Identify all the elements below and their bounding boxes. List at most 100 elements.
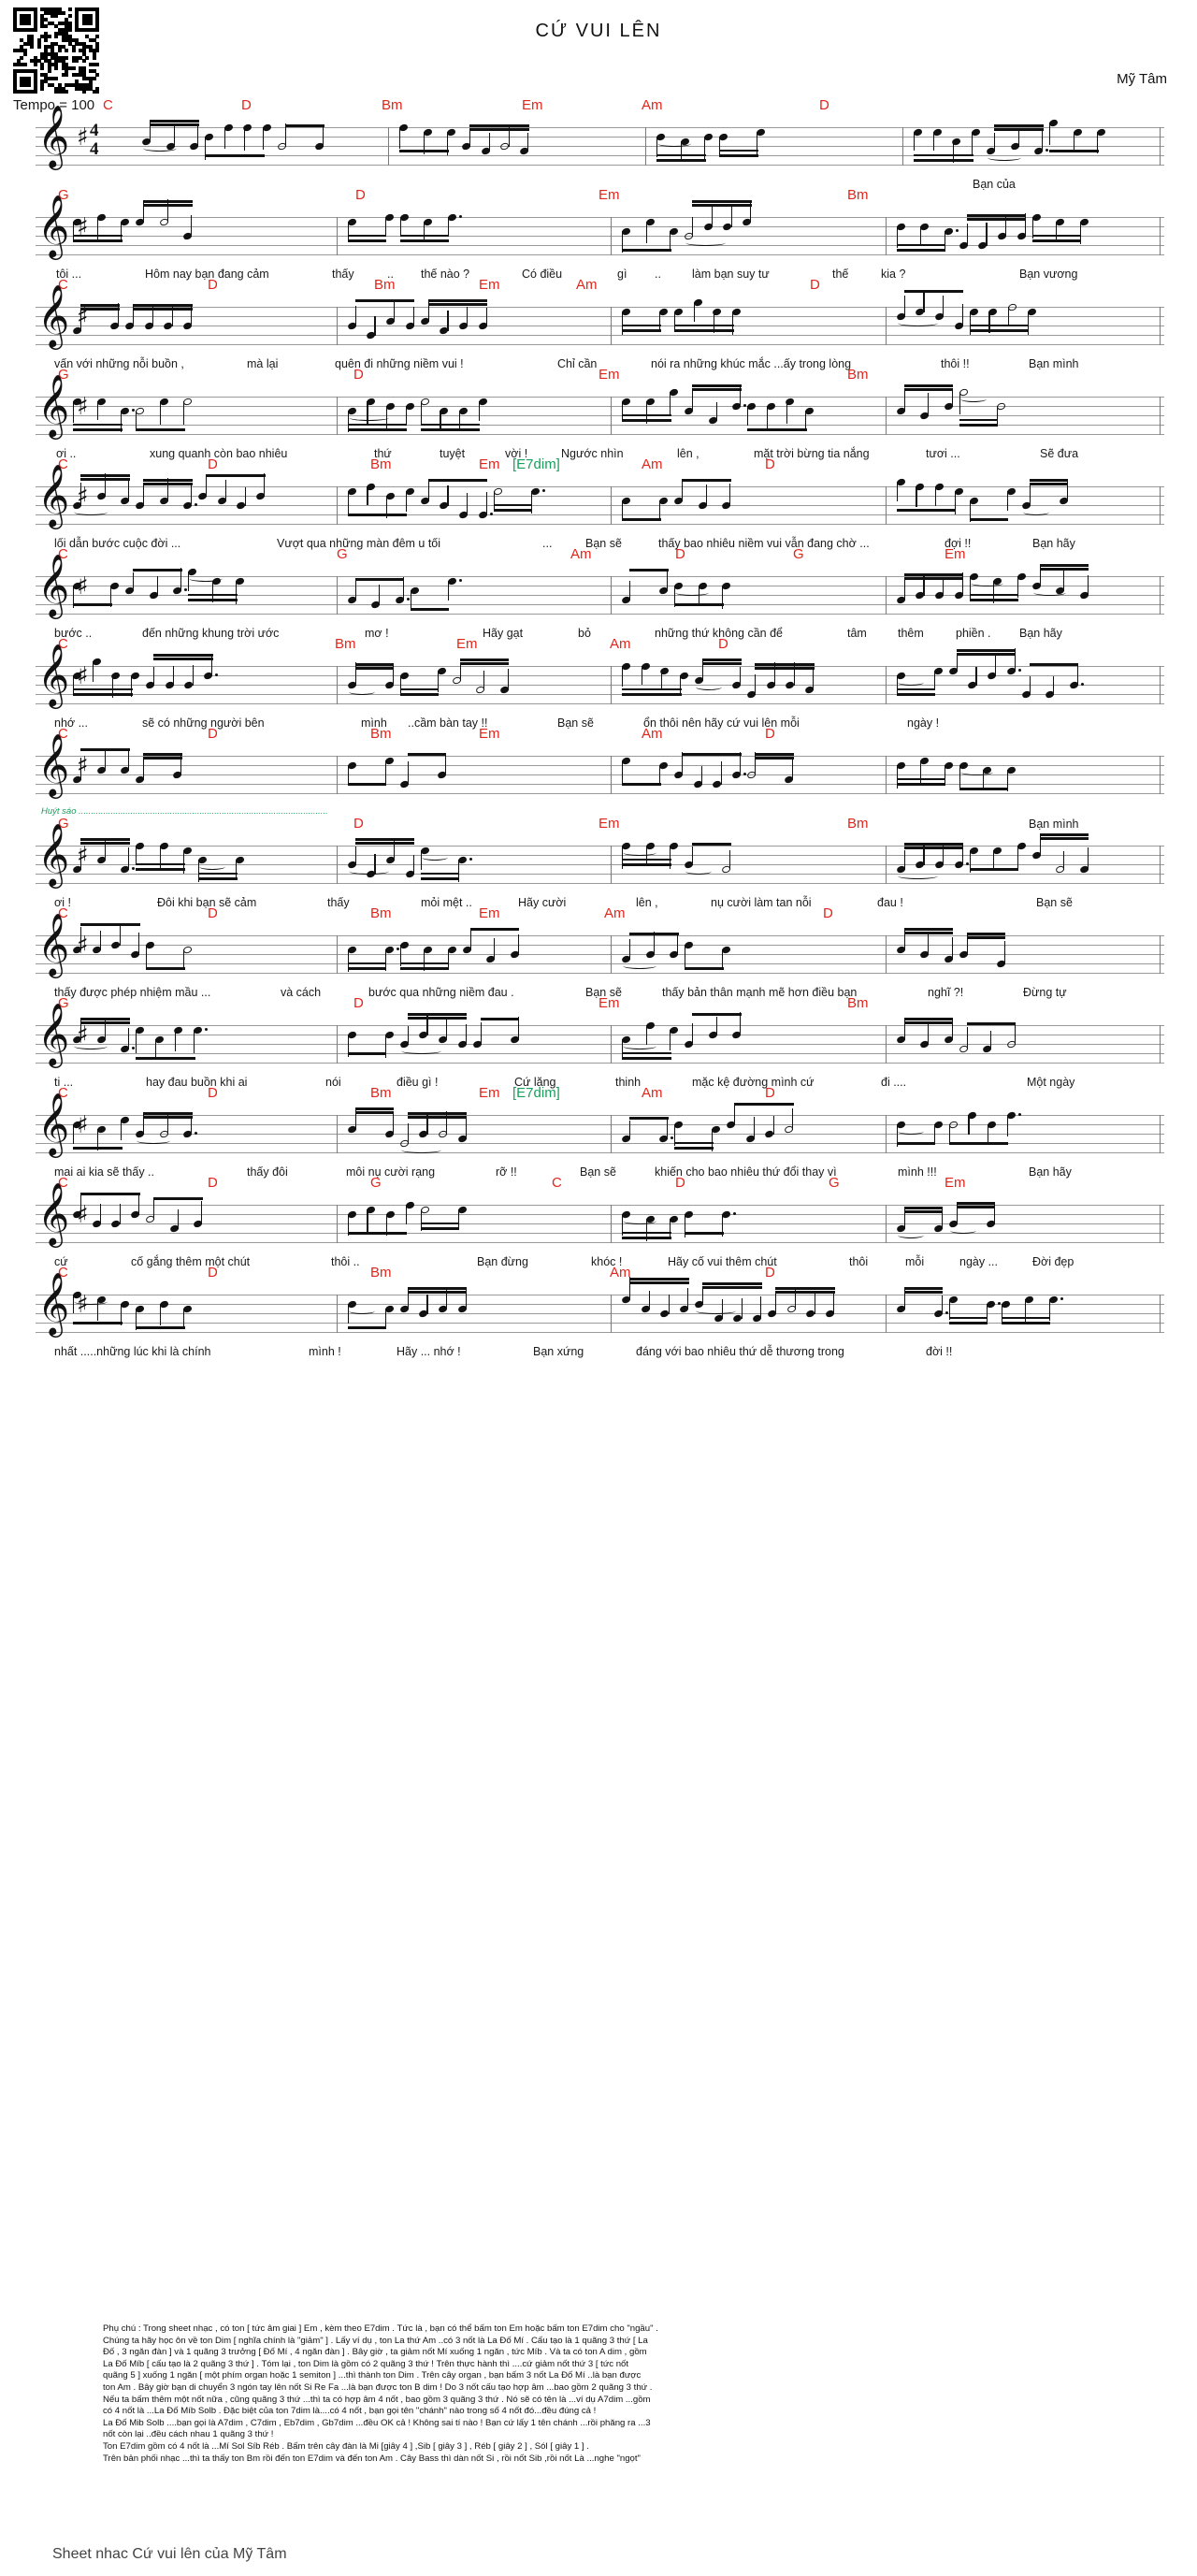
tie-slur: [897, 679, 924, 686]
beam: [80, 1021, 130, 1024]
note-stem: [629, 938, 631, 960]
chord-symbol: G: [337, 546, 348, 562]
beam: [188, 594, 238, 597]
chord-symbol: Em: [598, 187, 620, 203]
tie-slur: [696, 684, 722, 690]
beam: [629, 1281, 689, 1284]
note-stem: [347, 1303, 349, 1324]
staff-system: C D Bm Em Am D 𝄞 ♯ vấn với những nỗi buồn , mà lạ…: [0, 277, 1197, 376]
note-stem: [399, 674, 401, 694]
beam: [948, 1321, 988, 1324]
note-stem: [485, 307, 487, 326]
note-stem: [399, 126, 401, 149]
final-barline: [1160, 1295, 1161, 1333]
beam: [692, 1012, 742, 1016]
note-stem: [741, 1297, 743, 1319]
note-stem: [527, 132, 529, 152]
note-stem: [192, 664, 194, 686]
treble-clef-icon: 𝄞: [37, 912, 70, 976]
footer-caption: Sheet nhac Cứ vui lên của Mỹ Tâm: [52, 2546, 287, 2562]
note-stem: [347, 490, 349, 514]
staff: 𝄞 ♯: [0, 737, 1197, 804]
note-stem: [508, 123, 510, 147]
note-stem: [96, 400, 98, 420]
note-stem: [972, 131, 973, 155]
note-stem: [80, 926, 82, 950]
chord-symbol: Bm: [370, 905, 392, 921]
note-stem: [903, 576, 905, 601]
barline: [336, 307, 338, 345]
beam: [73, 239, 123, 242]
beam: [702, 658, 742, 661]
note-stem: [1008, 306, 1010, 326]
tie-slur: [199, 863, 225, 870]
note-stem: [407, 1025, 409, 1045]
note-stem: [833, 1290, 835, 1314]
note-stem: [407, 760, 409, 785]
staff-system: G D Em Bm 𝄞 ♯ ơi ! Đôi khi bạn sẽ cảm thấy mỏi mệ…: [0, 816, 1197, 915]
note-stem: [933, 670, 935, 690]
barline: [336, 486, 338, 525]
beam: [1031, 239, 1081, 242]
augmentation-dot: [541, 489, 545, 493]
note-stem: [959, 764, 960, 788]
beam: [959, 419, 998, 422]
beam: [80, 842, 130, 845]
tie-slur: [696, 1308, 737, 1314]
tie-slur: [685, 239, 727, 246]
note-stem: [660, 670, 662, 689]
staff-lines: [36, 1115, 1164, 1153]
beam: [959, 423, 998, 427]
beam: [198, 876, 238, 880]
note-stem: [772, 1115, 774, 1135]
beam: [354, 662, 394, 666]
note-stem: [143, 759, 145, 780]
chord-symbol: D: [765, 456, 775, 472]
augmentation-dot: [396, 948, 399, 951]
chord-symbol: G: [829, 1175, 840, 1191]
note-stem: [447, 310, 449, 331]
beam: [656, 158, 706, 162]
note-stem: [138, 1192, 140, 1215]
barline: [611, 1205, 612, 1243]
note-stem: [702, 658, 704, 681]
note-stem: [405, 1204, 407, 1224]
lyric-syllable: Hãy ... nhớ !: [397, 1345, 461, 1358]
lyric-syllable: đời !!: [926, 1345, 953, 1358]
beam: [469, 123, 529, 127]
note-stem: [692, 1022, 694, 1045]
barline: [885, 846, 887, 884]
note-stem: [138, 932, 140, 955]
note-stem: [159, 1303, 161, 1325]
beam: [143, 752, 182, 756]
note-stem: [446, 1019, 448, 1040]
beam: [469, 128, 529, 131]
note-stem: [263, 126, 265, 150]
beam: [903, 572, 963, 576]
barline: [885, 1115, 887, 1153]
note-stem: [159, 400, 161, 425]
note-stem: [1039, 563, 1041, 586]
chord-symbol: Em: [479, 1085, 500, 1101]
note-stem: [645, 1024, 647, 1045]
note-stem: [447, 580, 449, 601]
barline: [336, 1205, 338, 1243]
treble-clef-icon: 𝄞: [37, 463, 70, 527]
beam: [622, 1052, 671, 1055]
barline: [885, 486, 887, 525]
tie-slur: [623, 849, 656, 856]
note-stem: [128, 749, 130, 771]
augmentation-dot: [945, 1311, 948, 1315]
barline: [885, 217, 887, 255]
beam: [407, 1116, 467, 1119]
chord-symbol: Em: [479, 905, 500, 921]
beam: [198, 873, 238, 876]
note-stem: [469, 127, 471, 147]
note-stem: [243, 126, 245, 151]
note-stem: [729, 483, 731, 506]
note-stem: [483, 670, 485, 690]
note-stem: [80, 308, 82, 331]
beam: [354, 1107, 394, 1110]
treble-clef-icon: 𝄞: [37, 104, 70, 167]
footnote-line: Phụ chú : Trong sheet nhạc , có ton [ tứ…: [103, 2323, 658, 2334]
